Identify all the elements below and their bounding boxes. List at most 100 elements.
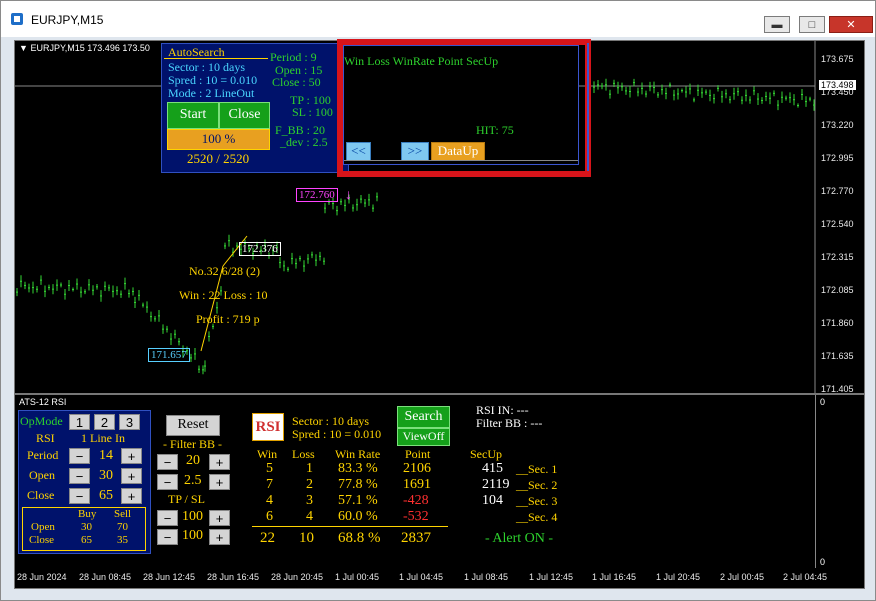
plus-icon: + [215,530,224,545]
opmode-2-button[interactable]: 2 [94,414,115,430]
cell-win: 5 [266,461,273,476]
price-tick-label: 172.315 [821,252,854,262]
price-tick-label: 172.540 [821,219,854,229]
open-minus-button[interactable]: − [69,468,90,484]
open-sell: 70 [117,521,128,533]
price-label-high: 172.760 [296,188,338,202]
period-label: Period [27,448,59,462]
cell-loss: 1 [306,461,313,476]
plus-icon: + [215,511,224,526]
open-row-label: Open [31,521,55,533]
prev-button[interactable]: << [346,142,371,161]
minus-icon: − [75,469,84,484]
total-divider [252,526,448,527]
plus-icon: + [215,455,224,470]
minus-icon: − [75,489,84,504]
tpsl-label: TP / SL [168,492,205,506]
bb1-minus-button[interactable]: − [157,454,178,470]
bb2-minus-button[interactable]: − [157,474,178,490]
price-chart[interactable]: ↓ ▼ EURJPY,M15 173.496 173.50 173.675 173… [14,39,865,394]
chart-window-icon [11,13,23,25]
rsi-axis-line [815,395,816,569]
minimize-button[interactable]: ▬ [764,16,790,33]
title-bar: EURJPY,M15 ▬ □ ✕ [1,1,875,37]
cell-point: 1691 [403,477,431,492]
start-button[interactable]: Start [167,102,219,129]
search-button[interactable]: Search [397,406,450,428]
maximize-button[interactable]: □ [799,16,825,33]
current-price-badge: 173.498 [819,80,856,90]
open-plus-button[interactable]: + [121,468,142,484]
alert-status: - Alert ON - [485,531,554,546]
autosearch-mode: Mode : 2 LineOut [168,86,255,100]
close-icon: ✕ [846,19,856,31]
sec-label: __Sec. 4 [516,510,558,524]
time-tick-label: 1 Jul 12:45 [529,572,574,582]
chart-header: ▼ EURJPY,M15 173.496 173.50 [19,43,150,53]
minimize-icon: ▬ [771,19,783,31]
period-minus-button[interactable]: − [69,448,90,464]
total-win: 22 [260,530,275,546]
window-title: EURJPY,M15 [31,13,104,27]
next-button[interactable]: >> [401,142,429,161]
cell-secup: 104 [482,493,503,508]
line-in-label: 1 Line In [81,431,125,445]
minus-icon: − [163,475,172,490]
close-search-button[interactable]: Close [219,102,270,129]
total-point: 2837 [401,530,431,546]
stats-no: No.32 6/28 (2) [189,264,260,278]
rsi-subwindow[interactable]: ATS-12 RSI 0 0 OpMode 1 2 3 RSI 1 Line I… [14,394,865,570]
bb2-plus-button[interactable]: + [209,474,230,490]
open-buy: 30 [81,521,92,533]
close-button[interactable]: ✕ [829,16,873,33]
plus-icon: + [127,489,136,504]
cell-rate: 83.3 % [338,461,378,476]
bb1-plus-button[interactable]: + [209,454,230,470]
viewoff-button[interactable]: ViewOff [397,428,450,446]
total-loss: 10 [299,530,314,546]
time-tick-label: 28 Jun 16:45 [207,572,260,582]
time-tick-label: 1 Jul 16:45 [592,572,637,582]
time-tick-label: 1 Jul 00:45 [335,572,380,582]
price-label-low: 171.657 [148,348,190,362]
price-tick-label: 172.770 [821,186,854,196]
close-minus-button[interactable]: − [69,488,90,504]
cell-win: 4 [266,493,273,508]
rsi-title: RSI [36,431,55,445]
period-plus-button[interactable]: + [121,448,142,464]
maximize-icon: □ [808,19,816,31]
sec-label: __Sec. 3 [516,494,558,508]
data-panel-divider [344,160,578,161]
sl-plus-button[interactable]: + [209,529,230,545]
opmode-label: OpMode [20,414,63,428]
time-tick-label: 2 Jul 00:45 [720,572,765,582]
cell-secup: 2119 [482,477,510,492]
rsi-logo: RSI [252,413,284,441]
stats-winloss: Win : 22 Loss : 10 [179,288,268,302]
opmode-1-button[interactable]: 1 [69,414,90,430]
time-tick-label: 28 Jun 12:45 [143,572,196,582]
opmode-3-button[interactable]: 3 [119,414,140,430]
sell-header: Sell [114,508,132,520]
cell-win: 6 [266,509,273,524]
close-label: Close [27,488,55,502]
tp-value: 100 [182,509,203,524]
price-tick-label: 171.405 [821,384,854,394]
rsi-label: ATS-12 RSI [19,397,67,407]
cell-point: -532 [403,509,429,524]
dropdown-triangle-icon: ▼ [19,43,28,53]
close-plus-button[interactable]: + [121,488,142,504]
down-arrow-icon: ↓ [345,186,352,202]
tp-plus-button[interactable]: + [209,510,230,526]
time-tick-label: 2 Jul 04:45 [783,572,828,582]
reset-button[interactable]: Reset [166,415,220,436]
time-tick-label: 28 Jun 2024 [17,572,67,582]
title-underline [164,58,268,59]
sl-minus-button[interactable]: − [157,529,178,545]
dataup-button[interactable]: DataUp [431,142,485,161]
open-label: Open [29,468,55,482]
tp-minus-button[interactable]: − [157,510,178,526]
header-loss: Loss [292,447,315,461]
cell-rate: 77.8 % [338,477,378,492]
data-panel: Win Loss WinRate Point SecUp HIT: 75 << … [343,45,579,165]
